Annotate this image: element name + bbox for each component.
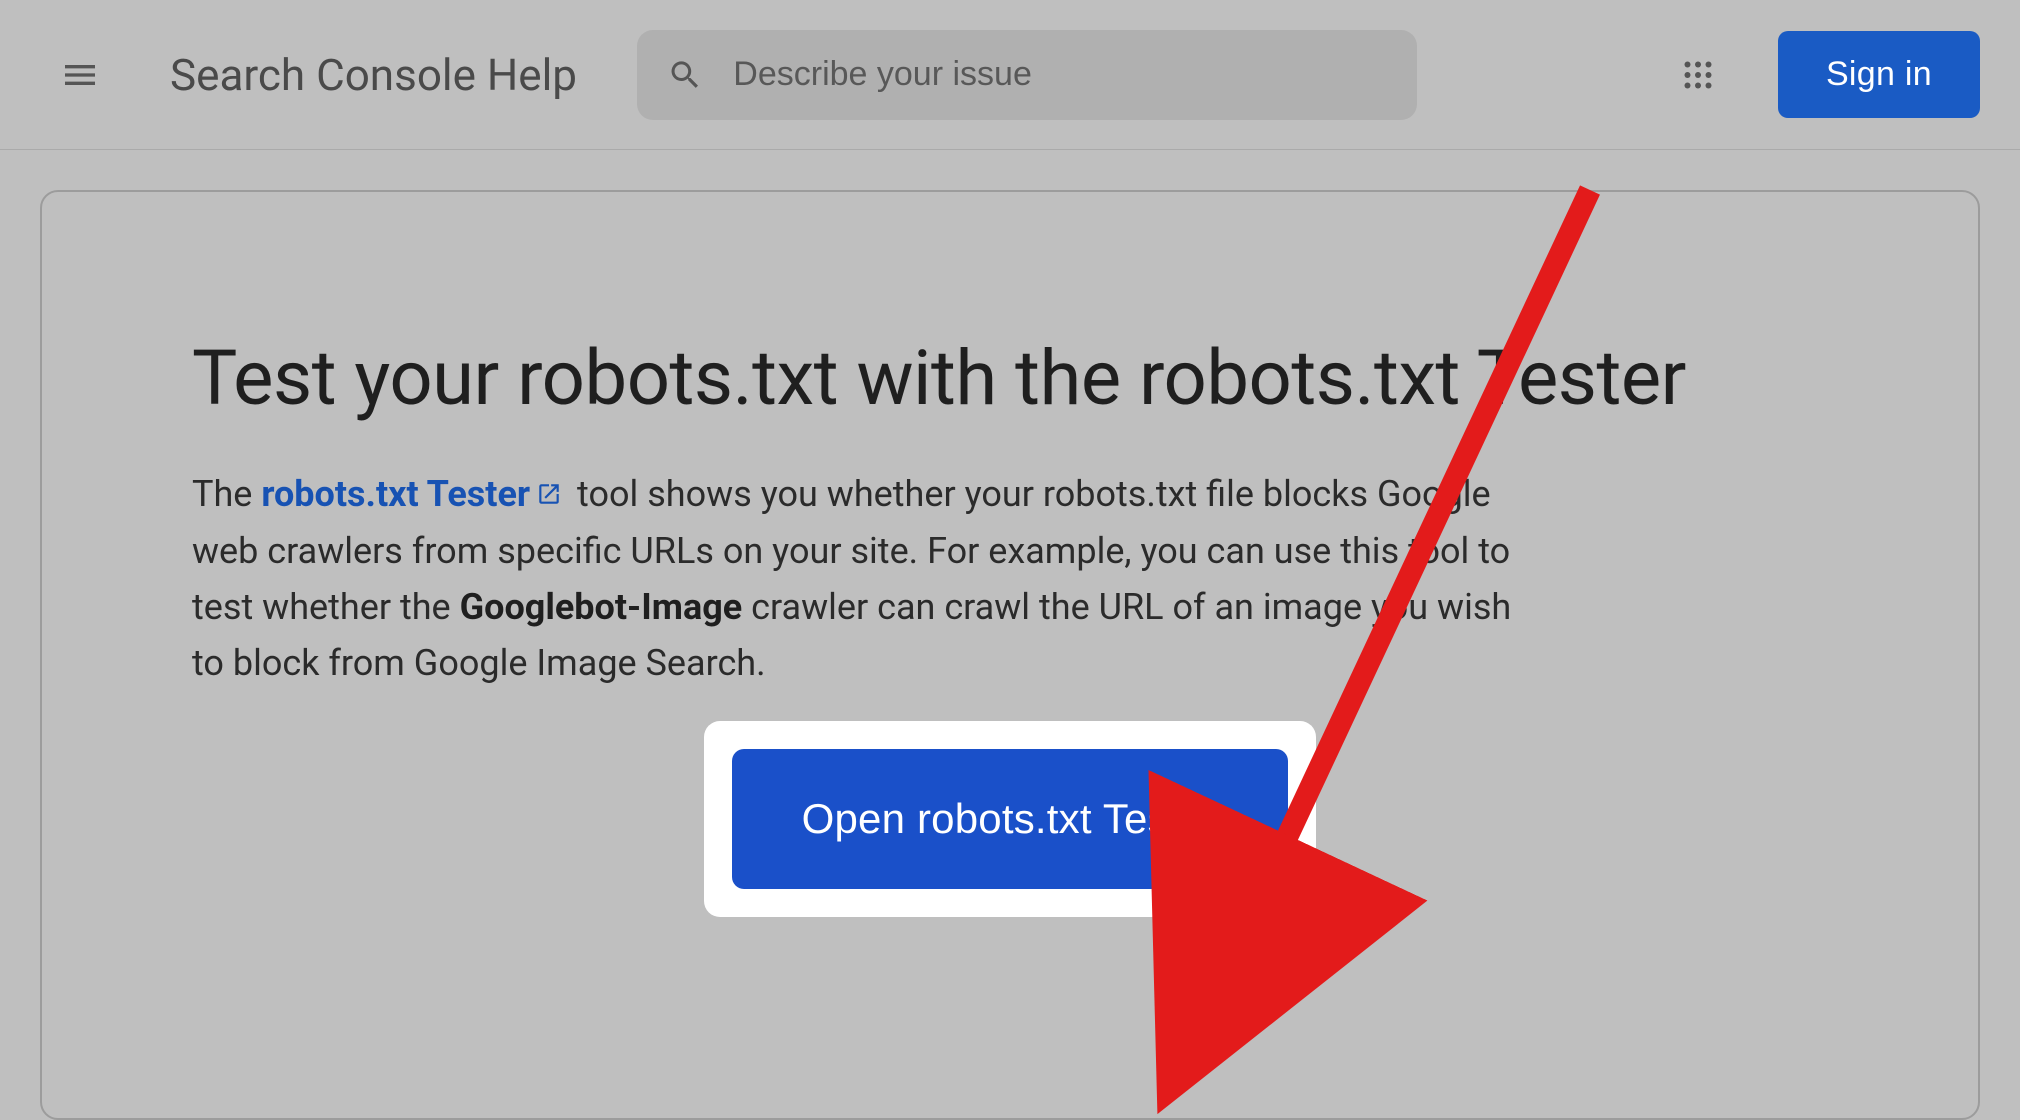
cta-highlight-box: Open robots.txt Tester [704,721,1317,917]
cta-container: Open robots.txt Tester [192,721,1828,917]
article-card: Test your robots.txt with the robots.txt… [40,190,1980,1120]
apps-grid-icon [1680,57,1716,93]
header-bar: Search Console Help Sign in [0,0,2020,150]
body-bold-text: Googlebot-Image [460,586,743,628]
article-heading: Test your robots.txt with the robots.txt… [192,332,1828,425]
sign-in-button[interactable]: Sign in [1778,31,1980,118]
site-title: Search Console Help [170,49,577,101]
body-text-prefix: The [192,473,261,515]
open-robots-txt-tester-button[interactable]: Open robots.txt Tester [732,749,1289,889]
article-body: The robots.txt Tester tool shows you whe… [192,467,1512,692]
search-icon [667,55,703,95]
search-input[interactable] [733,55,1387,94]
main-menu-button[interactable] [50,45,110,105]
external-link-icon [536,468,562,524]
header-actions: Sign in [1668,31,1980,118]
hamburger-icon [60,55,100,95]
link-text: robots.txt Tester [261,473,530,515]
google-apps-button[interactable] [1668,45,1728,105]
search-container [637,30,1668,120]
robots-txt-tester-link[interactable]: robots.txt Tester [261,473,568,515]
search-box[interactable] [637,30,1417,120]
